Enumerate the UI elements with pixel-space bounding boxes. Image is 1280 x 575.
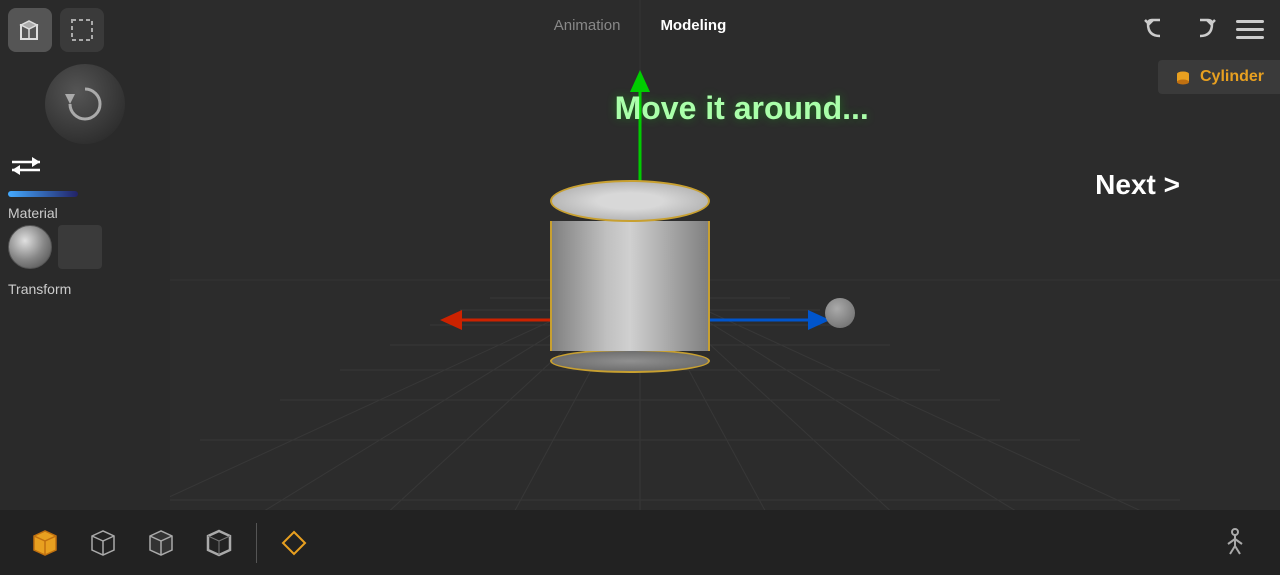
redo-icon <box>1190 14 1220 44</box>
material-preview <box>8 225 162 269</box>
select-box-button[interactable] <box>60 8 104 52</box>
x-axis-arrow <box>440 305 560 335</box>
tool-wire-cube[interactable] <box>78 518 128 568</box>
z-axis-arrow <box>710 305 830 335</box>
top-navigation: Animation Modeling <box>0 0 1280 50</box>
menu-button[interactable] <box>1236 20 1264 39</box>
object-name-text: Cylinder <box>1200 68 1264 86</box>
toolbar-separator <box>256 523 257 563</box>
left-panel: Material Transform <box>0 0 170 520</box>
diamond-icon <box>275 524 313 562</box>
transform-label: Transform <box>8 281 162 297</box>
tool-solid-cube[interactable] <box>20 518 70 568</box>
swap-button[interactable] <box>8 152 162 185</box>
cylinder-object[interactable] <box>550 180 710 373</box>
nav-modeling[interactable]: Modeling <box>660 17 726 34</box>
z-axis-handle[interactable] <box>825 298 855 328</box>
view-circle[interactable] <box>45 64 125 144</box>
tool-outline-cube[interactable] <box>194 518 244 568</box>
refresh-icon <box>60 79 110 129</box>
object-name-label: Cylinder <box>1158 60 1280 94</box>
cube-icon <box>17 17 43 43</box>
y-axis-arrow <box>625 70 655 190</box>
material-sphere[interactable] <box>8 225 52 269</box>
swap-icon <box>8 152 44 180</box>
nav-animation[interactable]: Animation <box>554 17 621 34</box>
material-box[interactable] <box>58 225 102 269</box>
3d-object-group[interactable] <box>520 150 760 430</box>
cube-view-button[interactable] <box>8 8 52 52</box>
top-right-toolbar <box>1136 10 1264 48</box>
skeleton-button[interactable] <box>1210 518 1260 568</box>
material-label: Material <box>8 205 162 221</box>
solid-cube-icon <box>26 524 64 562</box>
select-box-icon <box>69 17 95 43</box>
tool-back-cube[interactable] <box>136 518 186 568</box>
outline-cube-icon <box>200 524 238 562</box>
skeleton-icon <box>1216 524 1254 562</box>
undo-icon <box>1140 14 1170 44</box>
tool-diamond[interactable] <box>269 518 319 568</box>
next-button[interactable]: Next > <box>1095 169 1180 201</box>
redo-button[interactable] <box>1186 10 1224 48</box>
cylinder-icon-small <box>1174 68 1192 86</box>
wire-cube-icon <box>84 524 122 562</box>
progress-bar <box>8 191 78 197</box>
viewport[interactable]: Move it around... Next > Skip <box>0 0 1280 575</box>
back-cube-icon <box>142 524 180 562</box>
instruction-text: Move it around... <box>615 90 869 127</box>
undo-button[interactable] <box>1136 10 1174 48</box>
left-toolbar <box>8 8 162 52</box>
bottom-toolbar <box>0 510 1280 575</box>
